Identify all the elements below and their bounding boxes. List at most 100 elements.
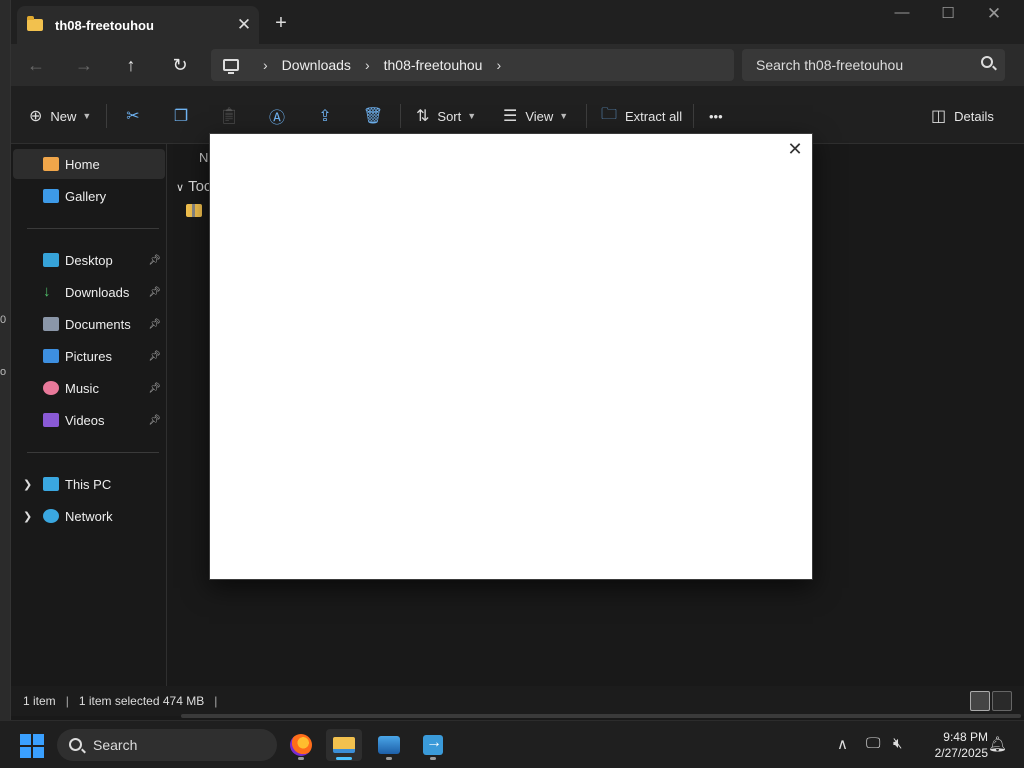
pin-icon[interactable]: 📌︎ — [148, 287, 161, 298]
desktop-icon — [43, 253, 59, 267]
new-button[interactable]: ⊕ New ▼ — [29, 105, 91, 127]
share-button[interactable]: ⇪ — [312, 104, 338, 128]
up-button[interactable]: ↑ — [116, 52, 146, 78]
refresh-button[interactable]: ↻ — [165, 52, 195, 78]
sidebar-item-label: Desktop — [65, 252, 113, 268]
address-bar[interactable]: › Downloads › th08-freetouhou › — [211, 49, 734, 81]
explorer-tab[interactable]: th08-freetouhou ✕ — [17, 6, 259, 44]
search-input[interactable]: Search th08-freetouhou — [742, 49, 1005, 81]
tab-close-button[interactable]: ✕ — [229, 15, 259, 35]
details-pane-icon: ◫ — [931, 108, 947, 125]
sidebar-item-music[interactable]: Music 📌︎ — [13, 373, 165, 403]
close-window-button[interactable]: ✕ — [974, 4, 1014, 24]
pin-icon[interactable]: 📌︎ — [148, 351, 161, 362]
copy-button[interactable]: ❐ — [168, 104, 194, 128]
volume-button[interactable]: 🔇︎ — [893, 735, 902, 752]
taskbar-search[interactable]: Search — [57, 729, 277, 761]
forward-button[interactable]: → — [69, 52, 99, 78]
chevron-right-icon[interactable]: › — [365, 57, 370, 73]
extract-all-label: Extract all — [625, 108, 683, 124]
windows-logo-icon — [20, 734, 31, 745]
running-indicator — [386, 757, 392, 760]
home-icon — [43, 157, 59, 171]
breadcrumb-downloads[interactable]: Downloads — [282, 57, 351, 73]
pin-icon[interactable]: 📌︎ — [148, 415, 161, 426]
group-header[interactable]: ∨ Toc — [176, 178, 211, 195]
sidebar-item-label: Documents — [65, 316, 131, 332]
sidebar-item-gallery[interactable]: Gallery — [13, 181, 165, 211]
horizontal-scrollbar[interactable] — [181, 714, 1021, 718]
sidebar-item-home[interactable]: Home — [13, 149, 165, 179]
sidebar-item-label: Music — [65, 380, 99, 396]
new-tab-button[interactable]: + — [269, 12, 293, 35]
divider: | — [65, 694, 69, 708]
tiles-view-toggle[interactable] — [992, 691, 1012, 711]
chevron-right-icon[interactable]: › — [263, 57, 268, 73]
music-icon — [43, 381, 59, 395]
pictures-icon — [43, 349, 59, 363]
pin-icon[interactable]: 📌︎ — [148, 319, 161, 330]
remote-desktop-icon — [423, 734, 443, 755]
details-view-toggle[interactable] — [970, 691, 990, 711]
sidebar-item-this-pc[interactable]: ❯ This PC — [13, 469, 165, 499]
notifications-button[interactable]: 🔔︎ — [988, 735, 1007, 753]
chevron-right-icon[interactable]: ❯ — [23, 510, 32, 523]
taskbar: Search ∧ 🖵︎ 🔇︎ 9:48 PM 2/27/2025 🔔︎ — [0, 720, 1024, 768]
network-monitor-icon: 🖵︎ — [866, 735, 881, 752]
network-icon — [43, 509, 59, 523]
sort-button[interactable]: ⇅ Sort ▼ — [416, 105, 476, 127]
cut-button[interactable]: ✂ — [120, 104, 146, 128]
share-icon: ⇪ — [318, 108, 332, 125]
chevron-right-icon[interactable]: › — [496, 57, 501, 73]
dialog-close-button[interactable]: ✕ — [784, 138, 806, 160]
maximize-button[interactable]: ☐ — [928, 4, 968, 22]
folder-icon — [27, 16, 43, 31]
firefox-icon — [290, 734, 312, 756]
taskbar-file-explorer[interactable] — [326, 729, 362, 761]
refresh-icon: ↻ — [172, 55, 188, 75]
navigation-pane: Home Gallery Desktop 📌︎ ↓ Downloads 📌︎ D… — [11, 144, 167, 686]
paste-button[interactable]: 📋︎ — [216, 104, 242, 128]
minimize-button[interactable]: — — [882, 4, 922, 21]
taskbar-photos[interactable] — [371, 729, 407, 761]
desktop-background: 0 o — [0, 0, 10, 720]
sidebar-item-videos[interactable]: Videos 📌︎ — [13, 405, 165, 435]
rename-button[interactable]: Ⓐ — [264, 104, 290, 128]
sidebar-item-label: Network — [65, 508, 113, 524]
extract-all-button[interactable]: 🗀︎ Extract all — [601, 105, 682, 127]
sidebar-item-network[interactable]: ❯ Network — [13, 501, 165, 531]
show-hidden-icons-button[interactable]: ∧ — [837, 735, 848, 753]
this-pc-icon — [43, 477, 59, 491]
pin-icon[interactable]: 📌︎ — [148, 255, 161, 266]
sidebar-item-pictures[interactable]: Pictures 📌︎ — [13, 341, 165, 371]
more-options-button[interactable]: ••• — [709, 105, 723, 127]
breadcrumb-th08-freetouhou[interactable]: th08-freetouhou — [384, 57, 483, 73]
clock-time: 9:48 PM — [943, 730, 988, 744]
network-status-button[interactable]: 🖵︎ — [866, 735, 880, 752]
sidebar-item-documents[interactable]: Documents 📌︎ — [13, 309, 165, 339]
more-dots-icon: ••• — [709, 108, 723, 124]
divider — [400, 104, 401, 128]
item-count: 1 item — [23, 694, 56, 708]
pin-icon[interactable]: 📌︎ — [148, 383, 161, 394]
view-button[interactable]: ☰ View ▼ — [503, 105, 568, 127]
back-button[interactable]: ← — [21, 52, 51, 78]
taskbar-firefox[interactable] — [283, 729, 319, 761]
chevron-right-icon[interactable]: ❯ — [23, 478, 32, 491]
zip-folder-icon — [186, 204, 202, 217]
sidebar-item-desktop[interactable]: Desktop 📌︎ — [13, 245, 165, 275]
taskbar-search-label: Search — [93, 737, 138, 753]
details-button[interactable]: ◫ Details — [931, 105, 994, 127]
taskbar-remote-app[interactable] — [415, 729, 451, 761]
delete-button[interactable]: 🗑︎ — [360, 104, 386, 128]
search-placeholder: Search th08-freetouhou — [756, 57, 904, 73]
sidebar-item-downloads[interactable]: ↓ Downloads 📌︎ — [13, 277, 165, 307]
sidebar-item-label: Videos — [65, 412, 105, 428]
sort-label: Sort — [437, 108, 462, 124]
divider — [27, 228, 159, 229]
start-button[interactable] — [20, 734, 44, 758]
system-clock[interactable]: 9:48 PM 2/27/2025 — [918, 729, 988, 761]
group-header-label: Toc — [188, 178, 212, 195]
scissors-icon: ✂ — [126, 108, 140, 125]
details-label: Details — [954, 108, 994, 124]
